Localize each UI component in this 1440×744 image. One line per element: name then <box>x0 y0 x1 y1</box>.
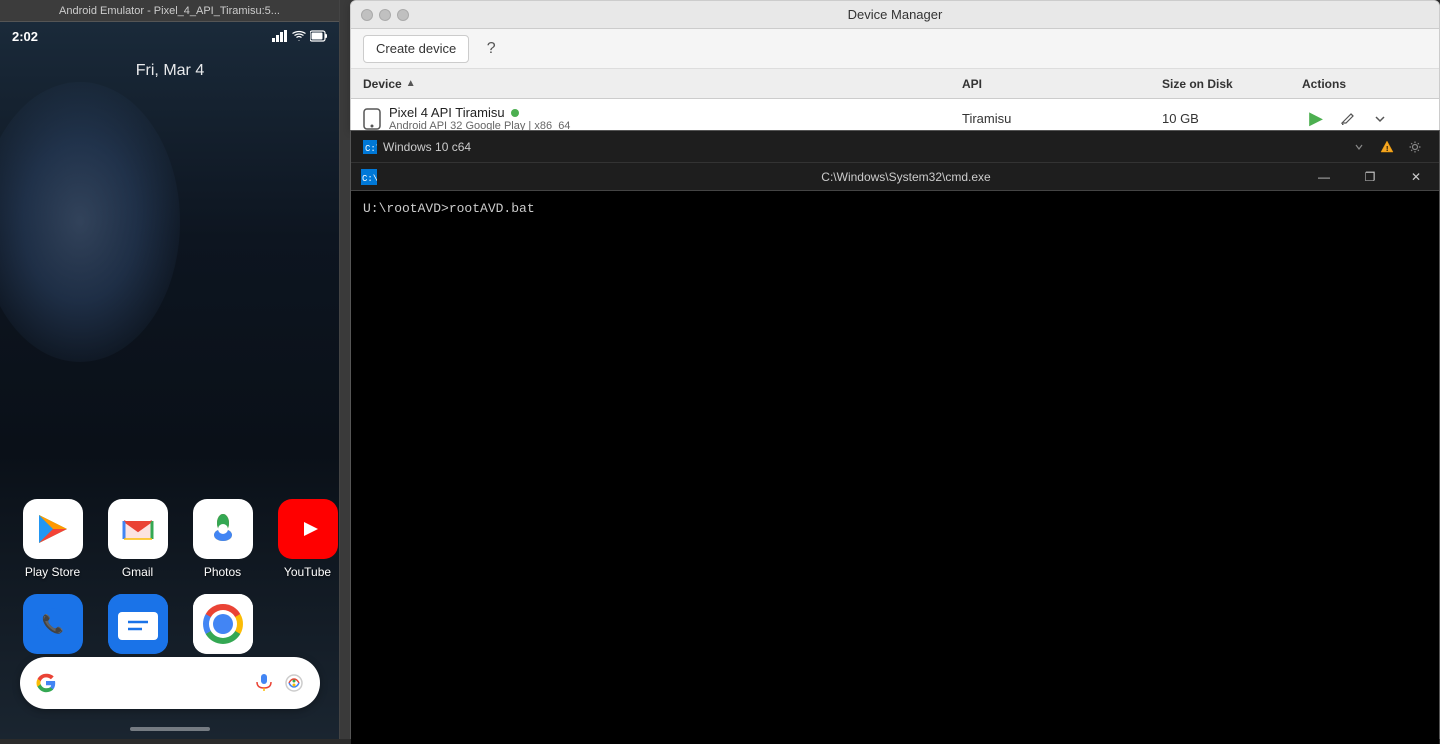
device-api-cell: Tiramisu <box>954 111 1154 126</box>
terminal-header-title: Windows 10 c64 <box>383 140 471 154</box>
date-display: Fri, Mar 4 <box>0 62 340 80</box>
emulator-titlebar: Android Emulator - Pixel_4_API_Tiramisu:… <box>0 0 339 22</box>
terminal-tab-controls: ! <box>1347 135 1427 159</box>
cmd-window-title: C:\Windows\System32\cmd.exe <box>383 170 1429 184</box>
phone-icon-bg: 📞 <box>23 594 83 654</box>
terminal-tab: C:\ Windows 10 c64 <box>363 140 471 154</box>
photos-icon-bg <box>193 499 253 559</box>
terminal-header-bar: C:\ Windows 10 c64 ! <box>351 131 1439 163</box>
playstore-label: Play Store <box>25 565 80 579</box>
cmd-window-controls: — ❐ ✕ <box>1301 163 1439 191</box>
svg-text:C:\: C:\ <box>362 174 377 184</box>
device-more-actions-button[interactable] <box>1366 105 1394 133</box>
lens-icon[interactable] <box>284 673 304 693</box>
messages-icon-bg <box>108 594 168 654</box>
svg-text:C:\: C:\ <box>365 144 377 154</box>
device-name: Pixel 4 API Tiramisu <box>389 105 570 120</box>
app-item-gmail[interactable]: Gmail <box>100 499 175 579</box>
dm-toolbar: Create device ? <box>351 29 1439 69</box>
tl-minimize[interactable] <box>379 9 391 21</box>
app-item-messages[interactable] <box>100 594 175 654</box>
cmd-minimize-button[interactable]: — <box>1301 163 1347 191</box>
cmd-content-area[interactable]: U:\rootAVD>rootAVD.bat <box>351 191 1439 744</box>
chrome-icon-bg <box>193 594 253 654</box>
chrome-icon <box>193 594 253 654</box>
gmail-icon-bg <box>108 499 168 559</box>
status-icons <box>272 30 328 42</box>
app-item-playstore[interactable]: Play Store <box>15 499 90 579</box>
col-api: API <box>954 77 1154 91</box>
gear-icon <box>1408 140 1422 154</box>
svg-text:📞: 📞 <box>41 612 64 634</box>
android-screen: 2:02 <box>0 22 340 739</box>
terminal-settings-button[interactable] <box>1403 135 1427 159</box>
google-search-bar[interactable] <box>20 657 320 709</box>
home-indicator[interactable] <box>130 727 210 731</box>
device-cell: Pixel 4 API Tiramisu Android API 32 Goog… <box>351 105 954 132</box>
photos-label: Photos <box>204 565 241 579</box>
status-time: 2:02 <box>12 29 38 44</box>
device-running-dot <box>511 109 519 117</box>
cmd-close-button[interactable]: ✕ <box>1393 163 1439 191</box>
edit-device-button[interactable] <box>1334 105 1362 133</box>
wallpaper-decoration <box>0 82 180 362</box>
terminal-warning-button[interactable]: ! <box>1375 135 1399 159</box>
app-item-chrome[interactable] <box>185 594 260 654</box>
cmd-window-icon: C:\ <box>361 169 377 185</box>
col-actions: Actions <box>1294 77 1439 91</box>
help-button[interactable]: ? <box>477 35 505 63</box>
device-phone-icon <box>363 108 381 130</box>
gmail-label: Gmail <box>122 565 153 579</box>
device-info: Pixel 4 API Tiramisu Android API 32 Goog… <box>389 105 570 132</box>
app-item-youtube[interactable]: YouTube <box>270 499 340 579</box>
sort-arrow-icon: ▲ <box>406 78 416 89</box>
app-item-phone[interactable]: 📞 <box>15 594 90 654</box>
traffic-lights <box>361 9 409 21</box>
warning-icon: ! <box>1380 140 1394 154</box>
emulator-panel: Android Emulator - Pixel_4_API_Tiramisu:… <box>0 0 340 739</box>
cmd-titlebar: C:\ C:\Windows\System32\cmd.exe — ❐ ✕ <box>351 163 1439 191</box>
youtube-icon-bg <box>278 499 338 559</box>
wifi-icon <box>292 30 306 42</box>
col-device: Device ▲ <box>351 77 954 91</box>
tl-maximize[interactable] <box>397 9 409 21</box>
signal-icon <box>272 30 288 42</box>
status-bar: 2:02 <box>0 22 340 50</box>
create-device-button[interactable]: Create device <box>363 35 469 63</box>
pencil-icon <box>1341 112 1355 126</box>
tl-close[interactable] <box>361 9 373 21</box>
playstore-icon <box>35 511 71 547</box>
dock-row: 📞 <box>15 594 260 654</box>
google-g-icon <box>36 673 56 693</box>
device-actions-cell: ▶ <box>1294 105 1439 133</box>
youtube-icon <box>290 511 326 547</box>
svg-text:!: ! <box>1386 146 1388 153</box>
device-manager-window: Device Manager Create device ? Device ▲ … <box>350 0 1440 130</box>
mic-icon[interactable] <box>254 673 274 693</box>
run-device-button[interactable]: ▶ <box>1302 105 1330 133</box>
dm-titlebar: Device Manager <box>351 1 1439 29</box>
battery-icon <box>310 30 328 42</box>
cmd-icon: C:\ <box>363 140 377 154</box>
cmd-window: C:\ Windows 10 c64 ! <box>350 130 1440 739</box>
messages-icon <box>108 594 168 654</box>
terminal-dropdown-button[interactable] <box>1347 135 1371 159</box>
device-size-cell: 10 GB <box>1154 111 1294 126</box>
app-item-photos[interactable]: Photos <box>185 499 260 579</box>
dm-table-header: Device ▲ API Size on Disk Actions <box>351 69 1439 99</box>
col-size: Size on Disk <box>1154 77 1294 91</box>
playstore-icon-bg <box>23 499 83 559</box>
cmd-command-line: U:\rootAVD>rootAVD.bat <box>363 201 535 216</box>
chevron-down-icon <box>1374 113 1386 125</box>
photos-icon <box>205 511 241 547</box>
dropdown-arrow-icon <box>1354 142 1364 152</box>
gmail-icon <box>120 511 156 547</box>
emulator-title: Android Emulator - Pixel_4_API_Tiramisu:… <box>59 5 280 17</box>
dm-window-title: Device Manager <box>848 7 943 22</box>
cmd-maximize-button[interactable]: ❐ <box>1347 163 1393 191</box>
youtube-label: YouTube <box>284 565 331 579</box>
app-grid-main: Play Store Gmail <box>15 499 340 579</box>
phone-icon: 📞 <box>37 608 69 640</box>
